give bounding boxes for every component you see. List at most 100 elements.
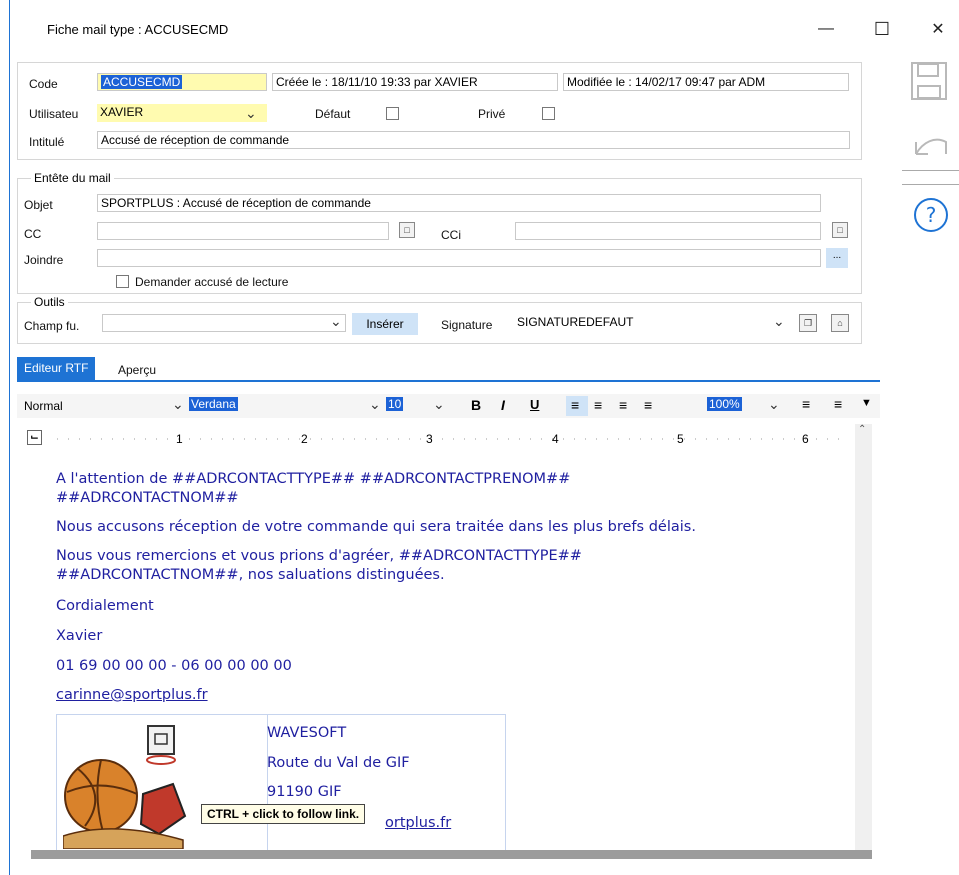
ruler-number: 5	[677, 432, 684, 446]
window-title: Fiche mail type : ACCUSECMD	[47, 22, 229, 37]
minimize-button[interactable]: —	[808, 14, 844, 44]
read-receipt-checkbox[interactable]	[116, 275, 129, 288]
numbered-list-icon[interactable]: ≡	[802, 396, 810, 412]
website-link-line: ortplus.fr	[385, 814, 451, 832]
doc-line: 01 69 00 00 00 - 06 00 00 00 00	[56, 658, 292, 674]
company-zip-city: 91190 GIF	[267, 784, 342, 800]
attach-browse-button[interactable]: ...	[826, 248, 848, 268]
doc-line: Nous accusons réception de votre command…	[56, 519, 696, 535]
toolbar-more-icon[interactable]: ▼	[861, 397, 872, 409]
field-label: Champ fu.	[24, 319, 80, 333]
font-value: Verdana	[189, 397, 238, 411]
code-input[interactable]: ACCUSECMD	[97, 73, 267, 91]
right-panel-divider	[902, 170, 959, 171]
company-name: WAVESOFT	[267, 725, 347, 741]
ruler-number: 2	[301, 432, 308, 446]
chevron-down-icon[interactable]: ⌄	[245, 105, 257, 122]
tab-apercu[interactable]: Aperçu	[118, 363, 156, 377]
created-field: Créée le : 18/11/10 19:33 par XAVIER	[272, 73, 558, 91]
mail-header-legend: Entête du mail	[31, 171, 114, 185]
font-select[interactable]: Verdana	[189, 397, 238, 411]
italic-button[interactable]: I	[501, 397, 505, 413]
code-label: Code	[29, 77, 58, 91]
ruler-number: 6	[802, 432, 809, 446]
align-left-icon: ≡	[571, 397, 580, 413]
zoom-select[interactable]: 100%	[707, 397, 742, 411]
user-select[interactable]: XAVIER	[97, 104, 267, 122]
chevron-down-icon[interactable]: ⌄	[369, 396, 381, 413]
align-right-icon[interactable]: ≡	[619, 397, 627, 413]
underline-button[interactable]: U	[530, 397, 539, 412]
tab-underline	[17, 380, 880, 382]
bullet-list-icon[interactable]: ≡	[834, 396, 842, 412]
website-link[interactable]: ortplus.fr	[385, 815, 451, 831]
field-select[interactable]	[102, 314, 346, 332]
svg-text:?: ?	[926, 203, 937, 227]
cc-input[interactable]	[97, 222, 389, 240]
chevron-down-icon[interactable]: ⌄	[768, 396, 780, 413]
save-icon[interactable]	[911, 62, 947, 103]
undo-icon[interactable]	[913, 132, 949, 161]
default-checkbox[interactable]	[386, 107, 399, 120]
zoom-value: 100%	[707, 397, 742, 411]
doc-line: ##ADRCONTACTNOM##, nos saluations distin…	[56, 567, 445, 583]
private-label: Privé	[478, 107, 506, 121]
tab-editeur-rtf[interactable]: Editeur RTF	[17, 357, 96, 380]
subject-input[interactable]: SPORTPLUS : Accusé de réception de comma…	[97, 194, 821, 212]
maximize-button[interactable]: ☐	[864, 14, 900, 44]
chevron-down-icon[interactable]: ⌄	[433, 396, 445, 413]
vertical-scrollbar[interactable]	[855, 424, 872, 850]
bcc-label: CCi	[441, 228, 461, 242]
modified-field: Modifiée le : 14/02/17 09:47 par ADM	[563, 73, 849, 91]
contact-picker-icon[interactable]: □	[399, 222, 415, 238]
code-value: ACCUSECMD	[101, 75, 183, 89]
editor-toolbar	[17, 394, 880, 418]
bcc-input[interactable]	[515, 222, 821, 240]
horizontal-scrollbar[interactable]	[31, 850, 872, 859]
doc-line: Nous vous remercions et vous prions d'ag…	[56, 548, 582, 564]
scroll-up-icon[interactable]: ⌃	[858, 424, 866, 435]
contact-picker-icon[interactable]: □	[832, 222, 848, 238]
title-label: Intitulé	[29, 135, 65, 149]
user-value: XAVIER	[100, 105, 144, 119]
size-select[interactable]: 10	[386, 397, 404, 411]
ruler-number: 3	[426, 432, 433, 446]
size-value: 10	[386, 397, 404, 411]
insert-button[interactable]: Insérer	[352, 313, 418, 335]
align-center-icon[interactable]: ≡	[594, 397, 602, 413]
close-button[interactable]: ✕	[920, 14, 956, 44]
help-icon[interactable]: ?	[913, 197, 949, 236]
attach-input[interactable]	[97, 249, 821, 267]
cc-label: CC	[24, 227, 42, 241]
ruler-number: 1	[176, 432, 183, 446]
bold-button[interactable]: B	[471, 397, 481, 413]
link-tooltip: CTRL + click to follow link.	[201, 804, 366, 824]
style-select[interactable]: Normal	[24, 399, 63, 413]
subject-label: Objet	[24, 198, 53, 212]
doc-line: Xavier	[56, 628, 103, 644]
chevron-down-icon[interactable]: ⌄	[330, 313, 342, 330]
user-label: Utilisateu	[29, 107, 79, 121]
attach-label: Joindre	[24, 253, 64, 267]
tools-legend: Outils	[31, 295, 68, 309]
title-input[interactable]: Accusé de réception de commande	[97, 131, 850, 149]
doc-line: Cordialement	[56, 598, 154, 614]
email-link[interactable]: carinne@sportplus.fr	[56, 687, 208, 703]
email-link-line: carinne@sportplus.fr	[56, 686, 208, 704]
basketball-logo	[62, 724, 203, 850]
signature-label: Signature	[441, 318, 493, 332]
chevron-down-icon[interactable]: ⌄	[773, 313, 785, 330]
private-checkbox[interactable]	[542, 107, 555, 120]
tab-stop-icon[interactable]: ⌙	[27, 430, 42, 445]
read-receipt-label: Demander accusé de lecture	[135, 275, 289, 289]
signature-select[interactable]: SIGNATUREDEFAUT	[514, 314, 790, 332]
home-icon[interactable]: ⌂	[831, 314, 849, 332]
align-justify-icon[interactable]: ≡	[644, 397, 652, 413]
rtf-document[interactable]: A l'attention de ##ADRCONTACTTYPE## ##AD…	[31, 454, 854, 850]
default-label: Défaut	[315, 107, 351, 121]
company-address: Route du Val de GIF	[267, 755, 410, 771]
chevron-down-icon[interactable]: ⌄	[172, 396, 184, 413]
right-panel-divider	[902, 184, 959, 185]
horizontal-ruler	[51, 428, 851, 450]
copy-signature-icon[interactable]: ❐	[799, 314, 817, 332]
